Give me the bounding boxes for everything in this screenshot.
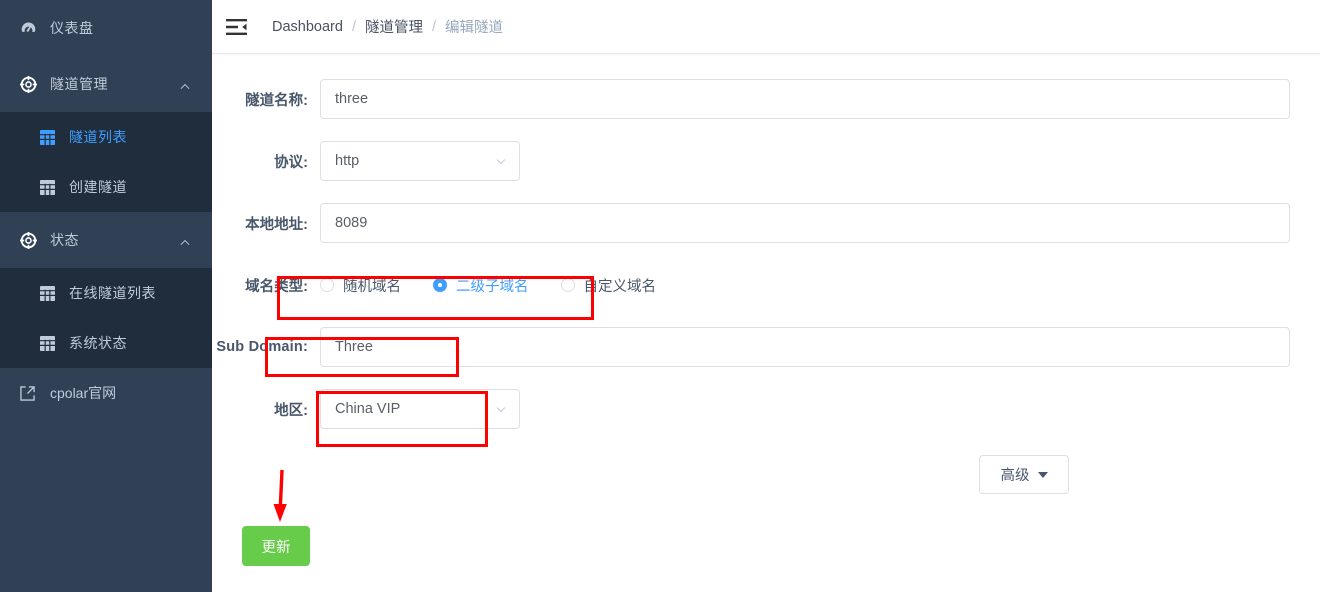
protocol-label: 协议: (274, 154, 308, 171)
domain-type-radio-group: 随机域名 二级子域名 自定义域名 (320, 275, 688, 296)
form-row-domain-type: 域名类型: 随机域名 二级子域名 自定义域名 (212, 254, 1320, 316)
radio-random-domain[interactable]: 随机域名 (320, 275, 401, 296)
sidebar-item-label: cpolar官网 (50, 385, 117, 401)
radio-sub-domain[interactable]: 二级子域名 (433, 275, 529, 296)
sub-domain-label: Sub Domain: (216, 339, 308, 355)
table-grid-icon (40, 129, 64, 145)
local-address-input[interactable]: 8089 (320, 203, 1290, 243)
submenu-status: 在线隧道列表 系统状态 (0, 268, 212, 368)
chevron-up-icon (180, 79, 190, 89)
form-row-region: 地区: China VIP (212, 378, 1320, 440)
compass-icon (20, 75, 46, 93)
sidebar-item-create-tunnel[interactable]: 创建隧道 (0, 162, 212, 212)
external-link-icon (20, 385, 46, 401)
sidebar-item-tunnel-list[interactable]: 隧道列表 (0, 112, 212, 162)
update-button[interactable]: 更新 (242, 526, 310, 566)
sidebar: 仪表盘 隧道管理 隧道列表 创建隧道 状态 在线隧道列表 系统状态 cpolar… (0, 0, 212, 592)
region-label: 地区: (274, 402, 308, 419)
sidebar-item-label: 隧道管理 (50, 76, 108, 92)
sidebar-item-dashboard[interactable]: 仪表盘 (0, 0, 212, 56)
sub-domain-input[interactable]: Three (320, 327, 1290, 367)
radio-dot-selected-icon (433, 278, 447, 292)
chevron-down-icon (495, 155, 507, 167)
sidebar-item-status[interactable]: 状态 (0, 212, 212, 268)
breadcrumb-item-edit-tunnel: 编辑隧道 (445, 20, 503, 36)
form-row-tunnel-name: 隧道名称: three (212, 68, 1320, 130)
chevron-down-icon (495, 403, 507, 415)
domain-type-label: 域名类型: (245, 278, 308, 295)
breadcrumb-separator: / (351, 18, 356, 35)
table-grid-icon (40, 179, 64, 195)
region-select[interactable]: China VIP (320, 389, 520, 429)
breadcrumb-item-tunnel-management[interactable]: 隧道管理 (365, 16, 423, 37)
advanced-button[interactable]: 高级 (979, 455, 1069, 494)
sidebar-item-label: 在线隧道列表 (69, 285, 156, 301)
navbar: Dashboard / 隧道管理 / 编辑隧道 (212, 0, 1320, 54)
table-grid-icon (40, 335, 64, 351)
sidebar-item-online-tunnel-list[interactable]: 在线隧道列表 (0, 268, 212, 318)
caret-down-icon (1037, 471, 1048, 478)
protocol-select-value: http (335, 153, 360, 169)
main-content: Dashboard / 隧道管理 / 编辑隧道 隧道名称: three 协议: … (212, 0, 1320, 592)
form-row-protocol: 协议: http (212, 130, 1320, 192)
radio-dot-icon (320, 278, 334, 292)
sidebar-item-label: 创建隧道 (69, 179, 127, 195)
radio-custom-domain[interactable]: 自定义域名 (560, 275, 657, 296)
edit-tunnel-form: 隧道名称: three 协议: http 本地地址: 8089 域名类型: 随机… (212, 54, 1320, 566)
region-select-value: China VIP (335, 401, 401, 417)
table-grid-icon (40, 285, 64, 301)
local-address-label: 本地地址: (245, 216, 308, 233)
form-row-sub-domain: Sub Domain: Three (212, 316, 1320, 378)
sidebar-item-cpolar-website[interactable]: cpolar官网 (0, 368, 212, 418)
sidebar-item-label: 状态 (50, 232, 79, 248)
sidebar-item-tunnel-management[interactable]: 隧道管理 (0, 56, 212, 112)
radio-dot-icon (560, 278, 575, 292)
breadcrumb-item-dashboard[interactable]: Dashboard (272, 19, 343, 35)
menu-fold-icon[interactable] (226, 16, 248, 38)
advanced-button-label: 高级 (1000, 468, 1030, 484)
sidebar-item-system-status[interactable]: 系统状态 (0, 318, 212, 368)
sidebar-item-label: 隧道列表 (69, 129, 127, 145)
update-button-label: 更新 (261, 539, 291, 556)
radio-label: 自定义域名 (583, 278, 657, 295)
protocol-select[interactable]: http (320, 141, 520, 181)
compass-icon (20, 231, 46, 249)
chevron-up-icon (180, 235, 190, 245)
breadcrumb: Dashboard / 隧道管理 / 编辑隧道 (272, 16, 503, 37)
tunnel-name-input[interactable]: three (320, 79, 1290, 119)
radio-label: 二级子域名 (456, 278, 529, 295)
tunnel-name-label: 隧道名称: (245, 92, 308, 109)
breadcrumb-separator: / (431, 18, 436, 35)
app-window: 仪表盘 隧道管理 隧道列表 创建隧道 状态 在线隧道列表 系统状态 cpolar… (0, 0, 1320, 592)
sidebar-item-label: 仪表盘 (50, 20, 94, 36)
sidebar-item-label: 系统状态 (69, 335, 127, 351)
radio-label: 随机域名 (343, 278, 401, 295)
dashboard-gauge-icon (20, 20, 46, 37)
form-row-local-address: 本地地址: 8089 (212, 192, 1320, 254)
submenu-tunnel-management: 隧道列表 创建隧道 (0, 112, 212, 212)
